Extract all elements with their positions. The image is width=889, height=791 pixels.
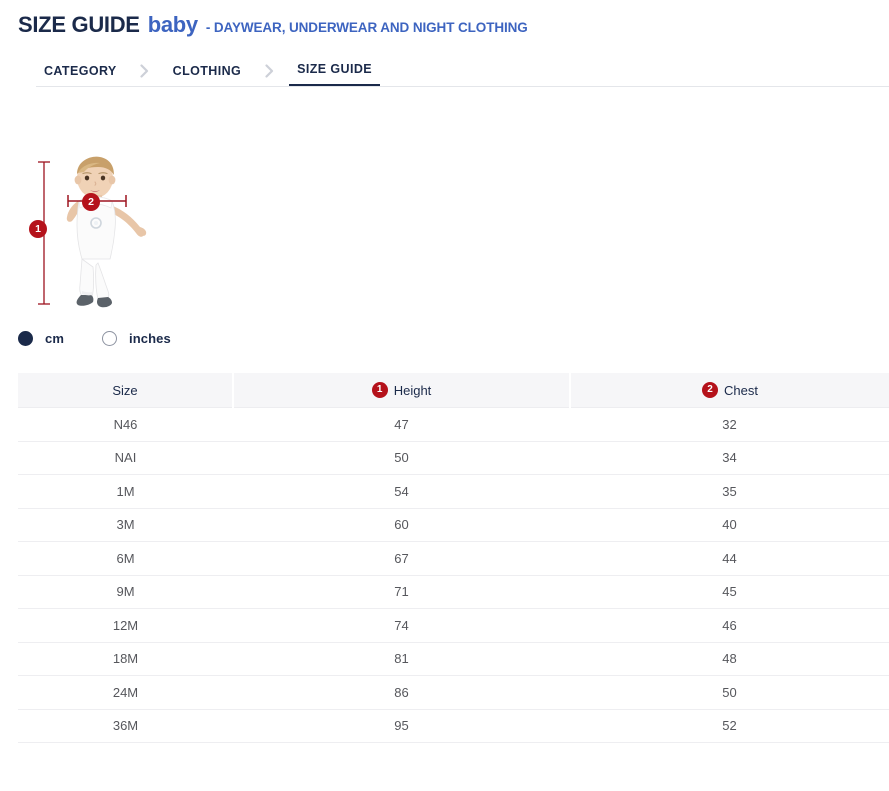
cell-chest: 46 (570, 609, 889, 643)
cell-size: 9M (18, 575, 233, 609)
breadcrumb-item-category[interactable]: CATEGORY (36, 54, 125, 87)
cell-size: 1M (18, 475, 233, 509)
breadcrumb-item-size-guide[interactable]: SIZE GUIDE (289, 54, 380, 87)
size-table-head: Size 1 Height 2 Chest (18, 373, 889, 408)
cell-height: 47 (233, 408, 570, 442)
cell-chest: 45 (570, 575, 889, 609)
table-row: NAI5034 (18, 441, 889, 475)
cell-size: 3M (18, 508, 233, 542)
table-row: 9M7145 (18, 575, 889, 609)
page-title: SIZE GUIDE baby - DAYWEAR, UNDERWEAR AND… (18, 12, 889, 38)
column-badge-chest: 2 (702, 382, 718, 398)
chevron-right-icon (249, 54, 289, 87)
cell-height: 50 (233, 441, 570, 475)
size-table-body: N464732NAI50341M54353M60406M67449M714512… (18, 408, 889, 743)
cell-height: 86 (233, 676, 570, 710)
size-table: Size 1 Height 2 Chest N464732NAI5034 (18, 373, 889, 743)
table-row: 24M8650 (18, 676, 889, 710)
size-table-container: Size 1 Height 2 Chest N464732NAI5034 (18, 373, 889, 743)
column-header-size: Size (18, 373, 233, 408)
cell-chest: 48 (570, 642, 889, 676)
page-header: SIZE GUIDE baby - DAYWEAR, UNDERWEAR AND… (0, 0, 889, 38)
radio-inches[interactable] (102, 331, 117, 346)
cell-chest: 44 (570, 542, 889, 576)
column-header-chest: 2 Chest (570, 373, 889, 408)
table-row: 36M9552 (18, 709, 889, 743)
cell-height: 71 (233, 575, 570, 609)
unit-label-cm: cm (45, 331, 64, 346)
page-title-accent: baby (148, 12, 198, 38)
radio-cm[interactable] (18, 331, 33, 346)
cell-height: 74 (233, 609, 570, 643)
column-header-height: 1 Height (233, 373, 570, 408)
cell-height: 81 (233, 642, 570, 676)
cell-size: 36M (18, 709, 233, 743)
table-row: 18M8148 (18, 642, 889, 676)
cell-chest: 40 (570, 508, 889, 542)
cell-height: 60 (233, 508, 570, 542)
table-header-row: Size 1 Height 2 Chest (18, 373, 889, 408)
page-title-main: SIZE GUIDE (18, 12, 140, 38)
cell-size: NAI (18, 441, 233, 475)
measurement-illustration: 1 2 (18, 155, 198, 315)
baby-in-white-romper-image (48, 155, 148, 311)
cell-height: 67 (233, 542, 570, 576)
cell-chest: 50 (570, 676, 889, 710)
table-row: 3M6040 (18, 508, 889, 542)
cell-size: N46 (18, 408, 233, 442)
cell-chest: 32 (570, 408, 889, 442)
unit-option-cm[interactable]: cm (18, 331, 64, 346)
column-header-label: Height (394, 384, 432, 397)
unit-option-inches[interactable]: inches (102, 331, 171, 346)
cell-chest: 34 (570, 441, 889, 475)
column-badge-height: 1 (372, 382, 388, 398)
cell-size: 18M (18, 642, 233, 676)
column-header-label: Chest (724, 384, 758, 397)
breadcrumb-divider (36, 86, 889, 87)
breadcrumb-label: SIZE GUIDE (297, 62, 372, 76)
table-row: N464732 (18, 408, 889, 442)
cell-size: 12M (18, 609, 233, 643)
chevron-right-icon (125, 54, 165, 87)
cell-height: 95 (233, 709, 570, 743)
breadcrumb: CATEGORY CLOTHING SIZE GUIDE (18, 54, 889, 87)
column-header-label: Size (112, 384, 137, 397)
measure-badge-chest: 2 (82, 193, 100, 211)
cell-size: 24M (18, 676, 233, 710)
cell-chest: 52 (570, 709, 889, 743)
cell-size: 6M (18, 542, 233, 576)
table-row: 6M6744 (18, 542, 889, 576)
page-title-subtitle: - DAYWEAR, UNDERWEAR AND NIGHT CLOTHING (206, 20, 528, 35)
unit-label-inches: inches (129, 331, 171, 346)
table-row: 1M5435 (18, 475, 889, 509)
measure-badge-height: 1 (29, 220, 47, 238)
cell-chest: 35 (570, 475, 889, 509)
breadcrumb-label: CATEGORY (44, 64, 117, 78)
unit-selector: cm inches (18, 327, 889, 349)
breadcrumb-item-clothing[interactable]: CLOTHING (165, 54, 249, 87)
cell-height: 54 (233, 475, 570, 509)
table-row: 12M7446 (18, 609, 889, 643)
breadcrumb-label: CLOTHING (173, 64, 241, 78)
